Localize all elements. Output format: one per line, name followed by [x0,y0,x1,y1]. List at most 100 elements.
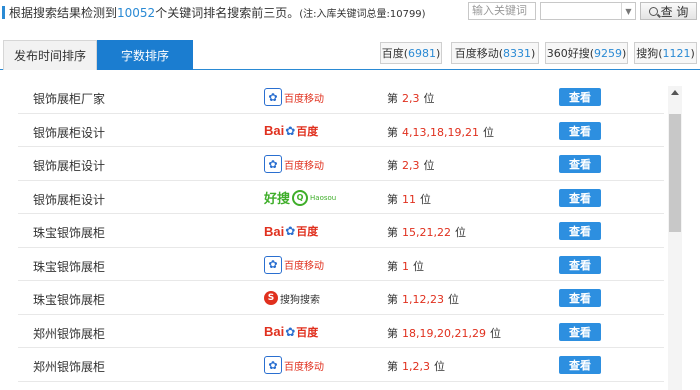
logo-text: 百度 [296,225,319,238]
rank-prefix: 第 [387,326,398,340]
baidu-mobile-logo: ✿ 百度移动 [264,255,324,274]
rank-cell: 第 18,19,20,21,29 位 [387,325,501,341]
sogou-s-icon: S [264,291,278,305]
view-button[interactable]: 查看 [559,322,601,341]
table-row: 银饰展柜厂家 ✿ 百度移动 第 2,3 位 查看 [18,80,664,114]
rank-positions: 1 [402,259,409,273]
rank-prefix: 第 [387,192,398,206]
logo-text: 百度 [296,325,319,339]
baidu-mobile-logo: ✿ 百度移动 [264,88,324,106]
rank-cell: 第 11 位 [387,191,431,207]
rank-cell: 第 1,12,23 位 [387,291,459,307]
rank-cell: 第 15,21,22 位 [387,224,466,240]
view-button[interactable]: 查看 [559,155,601,173]
logo-text: Bai [264,223,285,239]
sort-tab-bar: 发布时间排序 字数排序 百度(6981) 百度移动(8331) 360好搜(92… [0,40,700,70]
rank-positions: 18,19,20,21,29 [402,326,486,340]
rank-suffix: 位 [420,192,431,206]
view-button[interactable]: 查看 [559,289,601,307]
engine-tab-count: 9259 [594,46,622,60]
logo-text: 百度 [296,124,319,138]
engine-tab-sogou[interactable]: 搜狗(1121) [634,42,697,64]
engine-tab-count: 8331 [503,46,531,60]
rank-cell: 第 2,3 位 [387,90,435,106]
logo-text: Bai [264,324,285,339]
top-bar: 根据搜索结果检测到10052个关键词排名搜索前三页。(注:入库关键词总量:107… [0,0,700,24]
table-row: 珠宝银饰展柜 Bai ✿ 百度 第 15,21,22 位 查看 [18,214,664,248]
rank-suffix: 位 [434,360,445,373]
engine-logo-cell: 好搜 Q Haosou [264,187,336,209]
keyword-cell: 珠宝银饰展柜 [33,293,106,307]
rank-positions: 1,2,3 [402,360,430,373]
rank-prefix: 第 [387,293,398,306]
logo-text: Haosou [310,193,337,202]
rank-suffix: 位 [448,293,459,306]
view-button[interactable]: 查看 [559,188,601,207]
engine-tab-baidu-mobile[interactable]: 百度移动(8331) [451,42,539,64]
table-row: 银饰展柜设计 Bai ✿ 百度 第 4,13,18,19,21 位 查看 [18,114,664,147]
logo-text: 好搜 [264,192,291,207]
keyword-search-input[interactable] [468,2,536,20]
logo-text: 百度移动 [284,361,324,373]
engine-tab-baidu[interactable]: 百度(6981) [380,42,442,64]
logo-text: 百度移动 [284,261,324,272]
paw-icon: ✿ [285,224,296,238]
query-label: 查 询 [660,4,689,19]
tab-count-sort[interactable]: 字数排序 [97,40,193,70]
paw-icon: ✿ [264,155,282,173]
table-row: 银饰展柜设计 好搜 Q Haosou 第 11 位 查看 [18,181,664,214]
scroll-up-icon[interactable] [671,90,679,95]
rank-prefix: 第 [387,92,398,105]
table-row: 郑州银饰展柜 Bai ✿ 百度 第 18,19,20,21,29 位 查看 [18,315,664,348]
q-circle-icon: Q [292,189,309,206]
keyword-rank-list: 银饰展柜厂家 ✿ 百度移动第 2,3 位查看 银饰展柜设计 Bai ✿ 百度第 4,13,18,1… [0,80,668,390]
view-button[interactable]: 查看 [559,88,601,106]
table-row: 银饰展柜设计 ✿ 百度移动 第 2,3 位 查看 [18,147,664,181]
view-button[interactable]: 查看 [559,356,601,374]
logo-text: Bai [264,123,285,138]
engine-logo-cell: ✿ 百度移动 [264,153,324,175]
view-button[interactable]: 查看 [559,255,601,274]
engine-select[interactable]: ▼ [540,2,636,20]
baidu-mobile-logo: ✿ 百度移动 [264,356,324,374]
engine-tab-360[interactable]: 360好搜(9259) [545,42,628,64]
baidu-logo: Bai ✿ 百度 [264,123,318,139]
rank-positions: 2,3 [402,92,420,105]
engine-logo-cell: ✿ 百度移动 [264,254,324,276]
table-row: 郑州银饰展柜 ✿ 百度移动 第 1,2,3 位 查看 [18,348,664,382]
engine-logo-cell: ✿ 百度移动 [264,86,324,108]
summary-suffix: 个关键词排名搜索前三页。 [155,6,300,20]
keyword-cell: 珠宝银饰展柜 [33,226,106,240]
rank-cell: 第 1,2,3 位 [387,358,445,374]
view-button[interactable]: 查看 [559,222,601,240]
rank-suffix: 位 [454,226,466,239]
chevron-down-icon[interactable]: ▼ [621,3,635,19]
engine-tab-label: 搜狗 [636,47,659,60]
scrollbar-thumb[interactable] [669,114,681,232]
rank-suffix: 位 [489,326,501,340]
rank-suffix: 位 [423,159,435,172]
engine-logo-cell: Bai ✿ 百度 [264,321,318,343]
engine-tab-label: 360好搜 [546,47,590,60]
rank-positions: 11 [402,192,416,206]
engine-tab-count: 6981 [408,46,436,60]
keyword-cell: 珠宝银饰展柜 [33,259,106,274]
view-button[interactable]: 查看 [559,121,601,140]
tab-time-sort[interactable]: 发布时间排序 [3,40,97,70]
scrollbar[interactable] [668,86,682,390]
rank-positions: 15,21,22 [402,226,451,239]
keyword-cell: 郑州银饰展柜 [33,360,106,374]
engine-logo-cell: Bai ✿ 百度 [264,120,318,142]
rank-positions: 2,3 [402,159,420,172]
rank-positions: 4,13,18,19,21 [402,125,479,139]
rank-suffix: 位 [413,259,424,273]
rank-cell: 第 4,13,18,19,21 位 [387,124,494,140]
baidu-mobile-logo: ✿ 百度移动 [264,155,324,173]
query-button[interactable]: 查 询 [640,2,697,20]
paw-icon: ✿ [264,88,282,106]
rank-cell: 第1位 [387,258,424,274]
engine-tab-label: 百度移动 [454,47,499,60]
logo-text: 百度移动 [284,93,324,105]
paw-icon: ✿ [264,255,282,274]
paw-icon: ✿ [285,324,296,339]
